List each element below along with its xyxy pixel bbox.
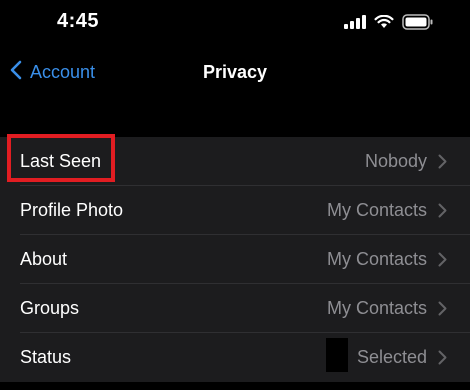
chevron-right-icon	[436, 154, 448, 170]
row-value: My Contacts	[326, 249, 427, 269]
status-row[interactable]: Status Selected	[0, 333, 470, 382]
redaction-block	[326, 338, 348, 372]
status-icons	[344, 13, 434, 35]
row-value: Nobody	[364, 151, 427, 171]
about-row[interactable]: About My Contacts	[0, 235, 470, 284]
chevron-right-icon	[436, 203, 448, 219]
status-bar: 4:45	[0, 0, 470, 50]
navigation-bar: Account Privacy	[0, 52, 470, 96]
row-label: Profile Photo	[20, 200, 124, 220]
battery-icon	[402, 13, 434, 35]
wifi-icon	[374, 14, 394, 34]
row-label: Last Seen	[20, 151, 102, 171]
profile-photo-row[interactable]: Profile Photo My Contacts	[0, 186, 470, 235]
row-value: Selected	[356, 347, 427, 367]
privacy-screen: 4:45 Account Privacy Last Seen Nobody Pr…	[0, 0, 470, 390]
chevron-right-icon	[436, 301, 448, 317]
page-title: Privacy	[202, 62, 268, 82]
chevron-right-icon	[436, 350, 448, 366]
row-value: My Contacts	[326, 298, 427, 318]
chevron-right-icon	[436, 252, 448, 268]
row-value: My Contacts	[326, 200, 427, 220]
cellular-signal-icon	[344, 14, 366, 34]
status-time: 4:45	[57, 10, 100, 32]
last-seen-row[interactable]: Last Seen Nobody	[0, 137, 470, 186]
row-label: Groups	[20, 298, 80, 318]
row-label: Status	[20, 347, 72, 367]
groups-row[interactable]: Groups My Contacts	[0, 284, 470, 333]
privacy-settings-list: Last Seen Nobody Profile Photo My Contac…	[0, 137, 470, 382]
row-label: About	[20, 249, 68, 269]
